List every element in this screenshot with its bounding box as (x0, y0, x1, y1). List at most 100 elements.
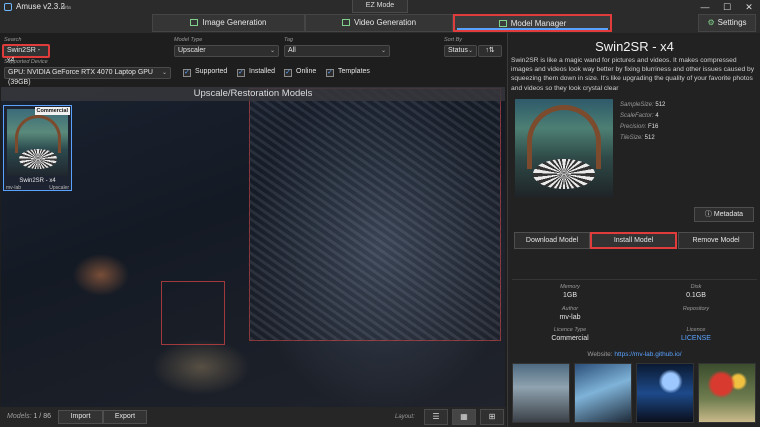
check-icon: ✓ (284, 69, 292, 77)
checkbox-label: Templates (338, 68, 370, 75)
checkbox-label: Installed (249, 68, 276, 75)
licence-type-value: Commercial (551, 335, 589, 342)
tab-model-manager[interactable]: Model Manager (453, 14, 612, 32)
settings-button[interactable]: ⚙ Settings (698, 14, 756, 32)
model-type-label: Model Type (174, 37, 203, 43)
tag-label: Tag (284, 37, 293, 43)
supported-checkbox[interactable]: ✓ Supported (183, 67, 227, 77)
image-icon (190, 19, 199, 26)
device-value: GPU: NVIDIA GeForce RTX 4070 Laptop GPU … (8, 69, 153, 86)
metadata-button[interactable]: ⓘ Metadata (694, 207, 754, 222)
search-label: Search (4, 37, 22, 43)
tab-label: Video Generation (353, 18, 417, 27)
prop-value: 4 (655, 113, 659, 119)
prop-tile-size: TileSize: 512 (620, 135, 655, 141)
app-icon (4, 3, 12, 11)
tile-layout-icon: ⊞ (488, 412, 496, 421)
prop-label: SampleSize: (620, 102, 654, 108)
layers-icon (498, 20, 507, 27)
gear-icon: ⚙ (707, 18, 715, 27)
fan-shape (533, 159, 595, 189)
ez-mode-button[interactable]: EZ Mode (352, 0, 408, 13)
install-model-button[interactable]: Install Model (590, 232, 677, 249)
bottom-bar: Models: 1 / 86 Import Export Layout: ☰ ▦… (0, 407, 506, 427)
prop-precision: Precision: F16 (620, 124, 658, 130)
sort-value: Status (448, 47, 468, 54)
model-detail-panel: Swin2SR - x4 Swin2SR is like a magic wan… (507, 33, 760, 427)
metadata-label: Metadata (713, 211, 744, 218)
checkbox-label: Online (296, 68, 317, 75)
templates-checkbox[interactable]: ✓ Templates (326, 67, 370, 77)
prop-value: 512 (644, 135, 655, 141)
gallery-header: Upscale/Restoration Models (1, 87, 505, 101)
installed-checkbox[interactable]: ✓ Installed (237, 67, 275, 77)
device-label: Supported Device (4, 59, 48, 65)
chevron-down-icon: ⌄ (380, 48, 386, 54)
example-thumbnail[interactable] (698, 363, 756, 423)
model-card[interactable]: Commercial Swin2SR - x4 mv-lab Upscaler (3, 105, 72, 191)
prop-value: F16 (648, 124, 659, 130)
website-link[interactable]: https://mv-lab.github.io/ (614, 351, 681, 358)
sort-select[interactable]: Status ⌄ (444, 45, 477, 57)
background-frame (161, 281, 225, 345)
licence-link[interactable]: LICENSE (636, 335, 756, 342)
prop-sample-size: SampleSize: 512 (620, 102, 665, 108)
example-thumbnail[interactable] (574, 363, 632, 423)
disk-value: 0.1GB (686, 292, 706, 299)
tab-label: Image Generation (202, 18, 267, 27)
remove-model-button[interactable]: Remove Model (678, 232, 754, 249)
prop-scale-factor: ScaleFactor: 4 (620, 113, 659, 119)
author-value: mv-lab (559, 314, 581, 321)
arch-shape (15, 115, 61, 153)
prop-label: ScaleFactor: (620, 113, 654, 119)
maximize-button[interactable]: ☐ (716, 0, 738, 14)
import-button[interactable]: Import (58, 410, 103, 424)
grid-layout-button[interactable]: ▦ (452, 409, 476, 425)
example-thumbnail[interactable] (636, 363, 694, 423)
list-layout-icon: ☰ (432, 412, 440, 421)
device-select[interactable]: GPU: NVIDIA GeForce RTX 4070 Laptop GPU … (4, 67, 171, 86)
grid-layout-icon: ▦ (460, 412, 468, 421)
layout-label: Layout: (395, 414, 415, 420)
export-button[interactable]: Export (103, 410, 147, 424)
check-icon: ✓ (183, 69, 191, 77)
model-gallery: Upscale/Restoration Models (1, 87, 505, 407)
licence-label: Licence (686, 327, 706, 333)
memory-label: Memory (560, 284, 580, 290)
prop-label: TileSize: (620, 135, 643, 141)
model-card-image (7, 109, 68, 176)
model-type-select[interactable]: Upscaler ⌄ (174, 45, 279, 57)
tag-select[interactable]: All ⌄ (284, 45, 390, 57)
model-card-author: mv-lab (6, 185, 22, 191)
prop-value: 512 (655, 102, 666, 108)
example-thumbnail[interactable] (512, 363, 570, 423)
model-preview-image (515, 99, 613, 197)
list-layout-button[interactable]: ☰ (424, 409, 448, 425)
website-row: Website: https://mv-lab.github.io/ (508, 351, 760, 358)
model-title: Swin2SR - x4 (595, 39, 674, 54)
tab-image-generation[interactable]: Image Generation (152, 14, 305, 32)
chevron-down-icon: ⌄ (161, 70, 167, 76)
chevron-down-icon: ⌄ (467, 48, 473, 54)
tab-bar: Image Generation Video Generation Model … (0, 14, 760, 33)
tab-video-generation[interactable]: Video Generation (305, 14, 453, 32)
commercial-badge: Commercial (34, 107, 70, 115)
search-input[interactable]: Swin2SR - x4 (2, 44, 50, 64)
author-label: Author (561, 306, 579, 312)
model-card-type: Upscaler (49, 185, 69, 191)
sort-direction-button[interactable]: ↑⇅ (478, 45, 502, 57)
online-checkbox[interactable]: ✓ Online (284, 67, 316, 77)
fan-shape (19, 149, 57, 169)
download-model-button[interactable]: Download Model (514, 232, 590, 249)
models-count-value: 1 / 86 (33, 413, 51, 420)
models-count-label: Models: (7, 413, 32, 420)
app-title: Amuse v2.3.2 (16, 2, 65, 11)
tile-layout-button[interactable]: ⊞ (480, 409, 504, 425)
close-button[interactable]: ✕ (738, 0, 760, 14)
settings-label: Settings (717, 18, 747, 27)
model-card-name: Swin2SR - x4 (19, 178, 56, 184)
video-icon (341, 19, 350, 26)
website-label: Website: (587, 351, 613, 358)
check-icon: ✓ (326, 69, 334, 77)
minimize-button[interactable]: — (694, 0, 716, 14)
